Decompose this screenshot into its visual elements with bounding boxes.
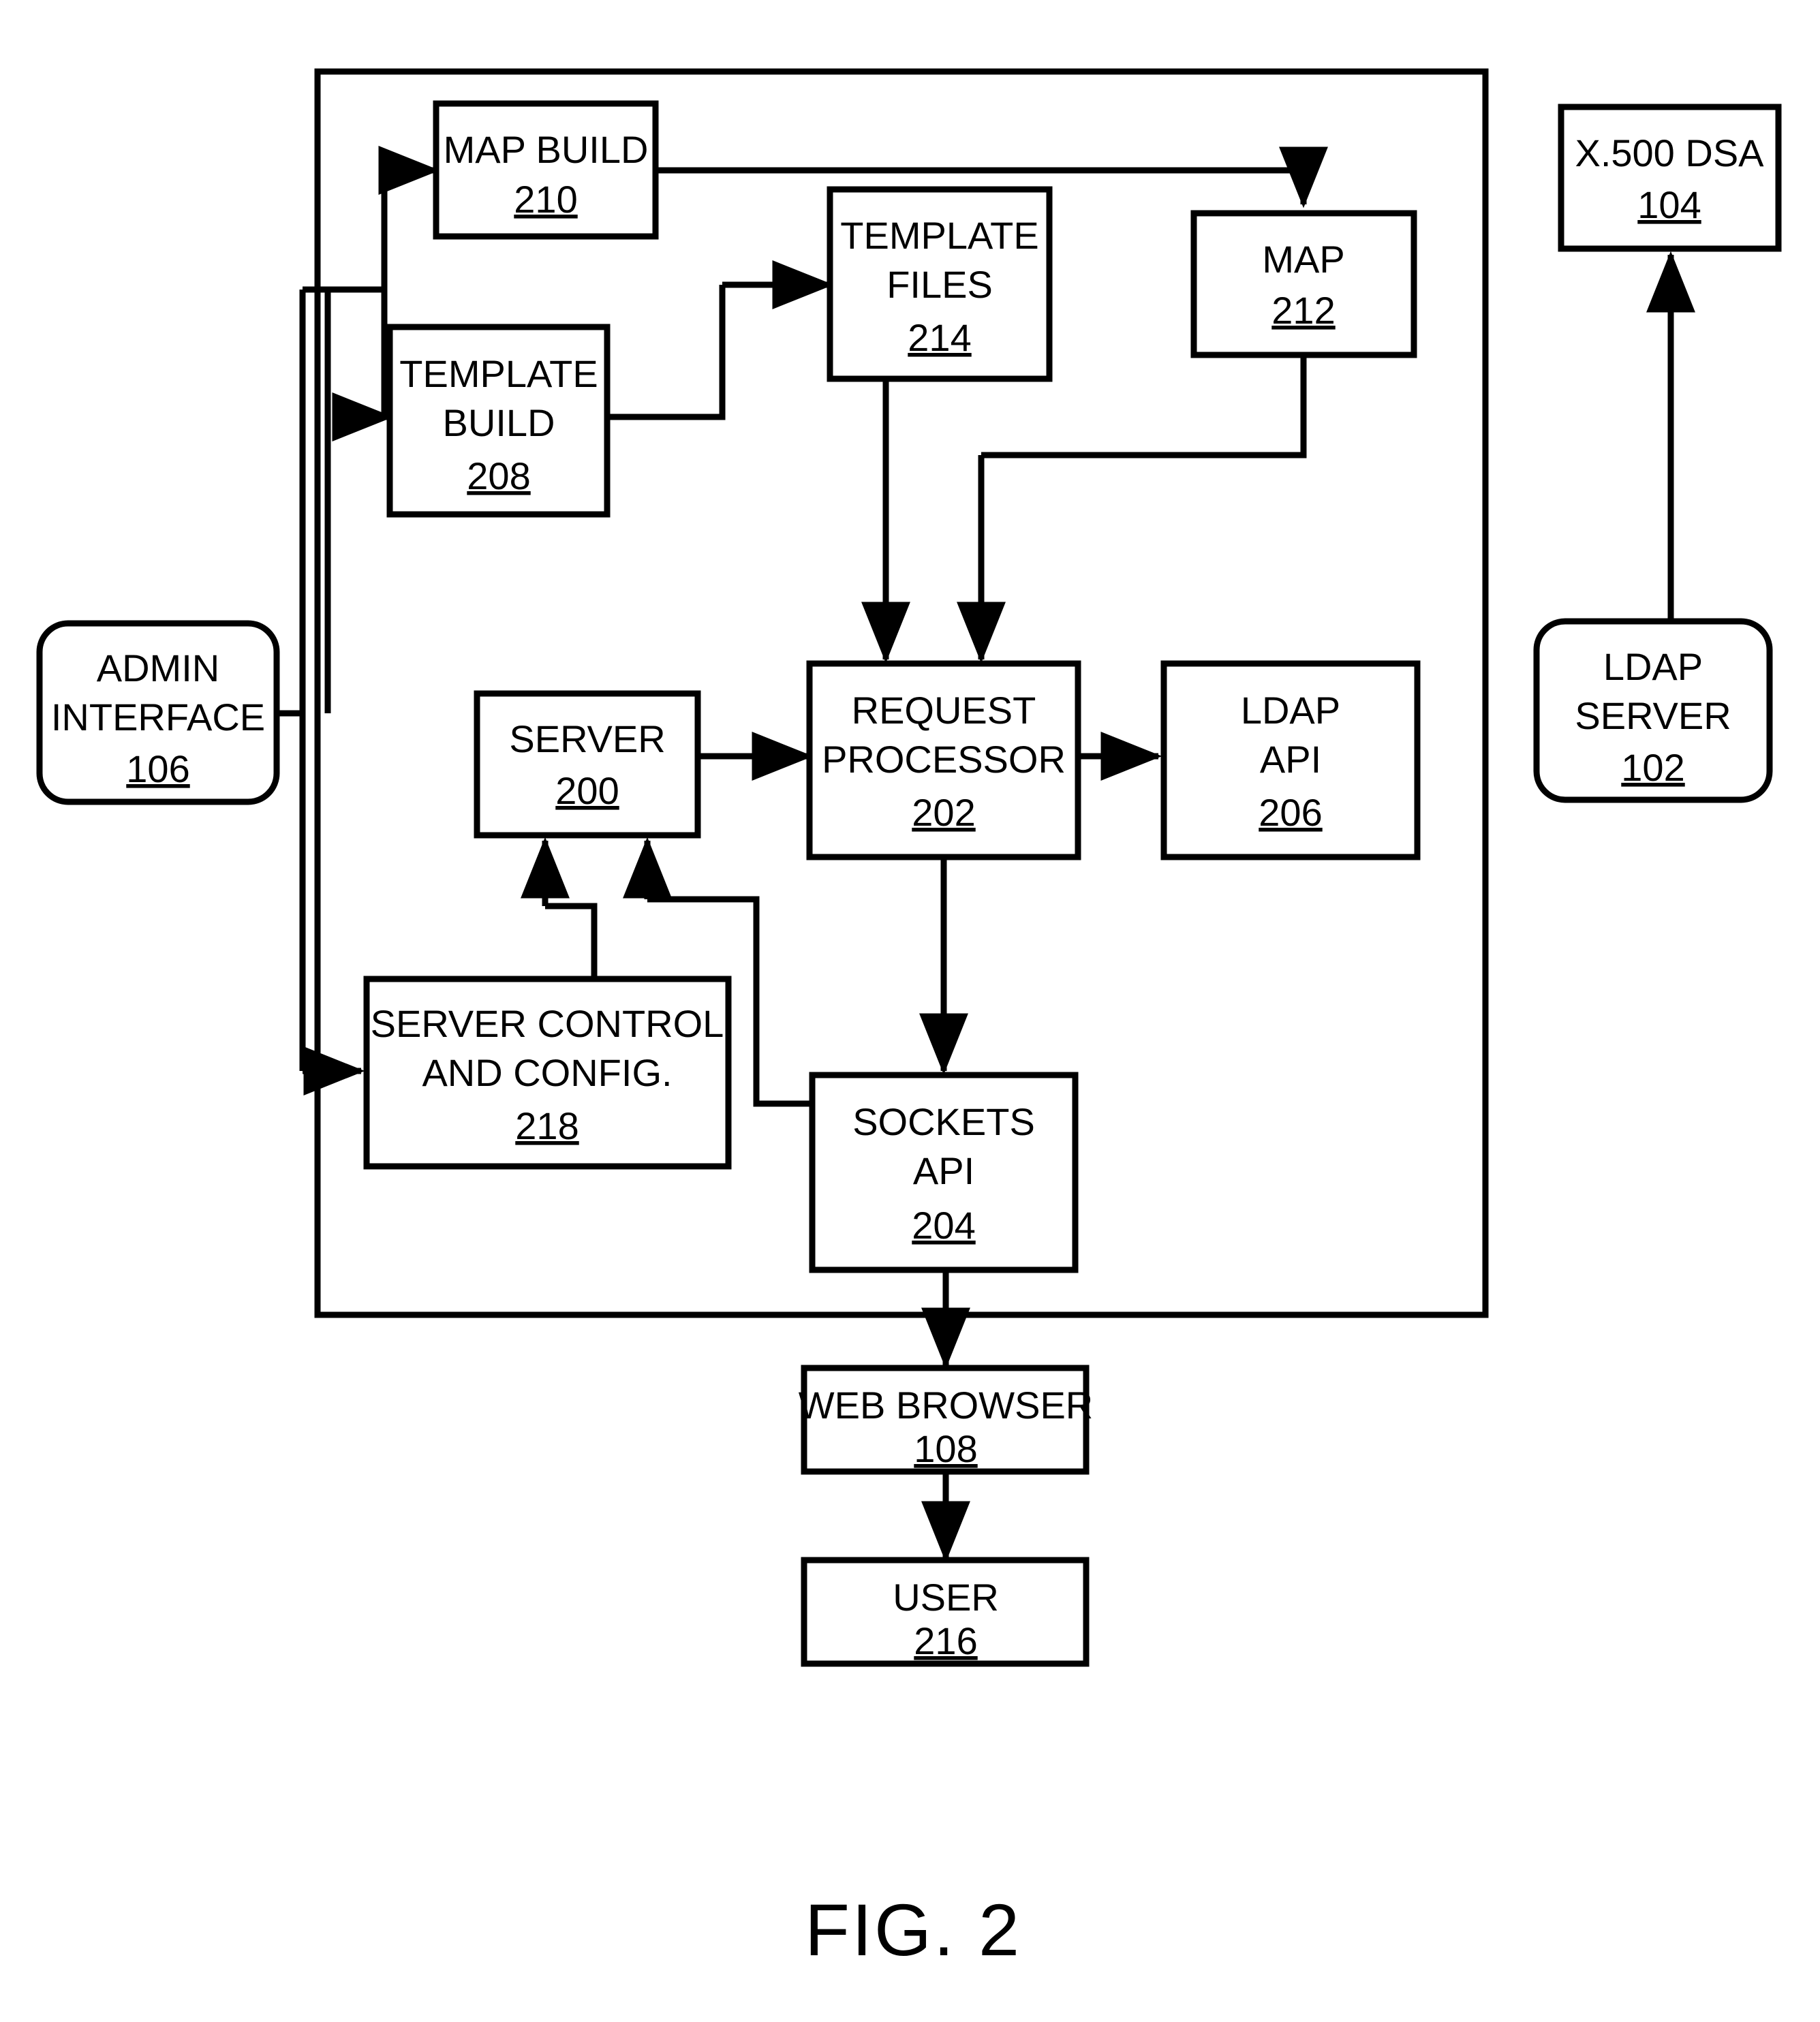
patent-figure: MAP BUILD 210 TEMPLATE BUILD 208 TEMPLAT… [0, 0, 1820, 2022]
node-server-ref: 200 [555, 769, 619, 812]
node-map-build[interactable]: MAP BUILD 210 [433, 100, 659, 240]
node-map-box[interactable] [1190, 210, 1417, 358]
node-ldap-api-label-2: API [1260, 738, 1321, 781]
node-sockets-api-label-1: SOCKETS [852, 1100, 1035, 1143]
node-server-control-ref: 218 [515, 1104, 579, 1147]
node-map[interactable]: MAP 212 [1190, 210, 1417, 358]
node-server-control-label-2: AND CONFIG. [422, 1051, 672, 1094]
node-map-label-1: MAP [1262, 238, 1344, 281]
node-admin-interface-label-2: INTERFACE [51, 696, 265, 738]
node-template-build[interactable]: TEMPLATE BUILD 208 [386, 324, 611, 518]
node-template-files-label-1: TEMPLATE [840, 214, 1038, 257]
node-request-processor-label-2: PROCESSOR [822, 738, 1066, 781]
node-x500-dsa[interactable]: X.500 DSA 104 [1558, 104, 1782, 252]
node-user-ref: 216 [914, 1619, 977, 1662]
node-template-build-ref: 208 [467, 454, 530, 497]
node-user-label-1: USER [893, 1576, 999, 1619]
node-admin-interface-label-1: ADMIN [97, 647, 219, 689]
node-server-label-1: SERVER [509, 717, 665, 760]
node-web-browser[interactable]: WEB BROWSER 108 [799, 1365, 1093, 1475]
node-request-processor[interactable]: REQUEST PROCESSOR 202 [806, 660, 1081, 860]
node-ldap-server-label-2: SERVER [1575, 694, 1731, 737]
node-server[interactable]: SERVER 200 [474, 690, 701, 839]
node-x500-dsa-box[interactable] [1558, 104, 1782, 252]
connector-templatebuild-to-templatefiles [607, 285, 726, 420]
node-user[interactable]: USER 216 [801, 1557, 1090, 1667]
node-ldap-api[interactable]: LDAP API 206 [1160, 660, 1421, 860]
connector-servercontrol-to-server [545, 903, 598, 977]
node-ldap-server-label-1: LDAP [1603, 645, 1703, 688]
node-template-build-label-2: BUILD [443, 401, 555, 444]
node-template-files-ref: 214 [908, 316, 971, 359]
node-sockets-api[interactable]: SOCKETS API 204 [809, 1072, 1079, 1273]
node-request-processor-ref: 202 [912, 791, 975, 834]
node-map-ref: 212 [1271, 289, 1335, 332]
node-template-files-label-2: FILES [886, 263, 993, 306]
node-map-build-label-1: MAP BUILD [444, 128, 649, 171]
node-template-build-label-1: TEMPLATE [399, 352, 598, 395]
node-server-control-label-1: SERVER CONTROL [371, 1002, 724, 1045]
node-request-processor-label-1: REQUEST [852, 689, 1036, 732]
node-ldap-server-ref: 102 [1621, 746, 1684, 789]
node-admin-interface-ref: 106 [126, 747, 189, 790]
node-sockets-api-ref: 204 [912, 1204, 975, 1247]
node-x500-dsa-ref: 104 [1637, 183, 1701, 226]
node-web-browser-label-1: WEB BROWSER [799, 1384, 1093, 1427]
node-admin-interface[interactable]: ADMIN INTERFACE 106 [36, 620, 280, 805]
node-sockets-api-label-2: API [913, 1149, 974, 1192]
node-server-box[interactable] [474, 690, 701, 839]
node-x500-dsa-label-1: X.500 DSA [1575, 131, 1764, 174]
node-server-control[interactable]: SERVER CONTROL AND CONFIG. 218 [363, 976, 732, 1170]
node-ldap-api-label-1: LDAP [1241, 689, 1340, 732]
node-map-build-ref: 210 [514, 178, 577, 221]
node-web-browser-ref: 108 [914, 1427, 977, 1470]
figure-caption: FIG. 2 [805, 1888, 1021, 1971]
node-ldap-server[interactable]: LDAP SERVER 102 [1533, 618, 1773, 803]
node-template-files[interactable]: TEMPLATE FILES 214 [827, 186, 1053, 382]
node-ldap-api-ref: 206 [1259, 791, 1322, 834]
block-diagram-canvas: MAP BUILD 210 TEMPLATE BUILD 208 TEMPLAT… [36, 68, 1782, 1971]
